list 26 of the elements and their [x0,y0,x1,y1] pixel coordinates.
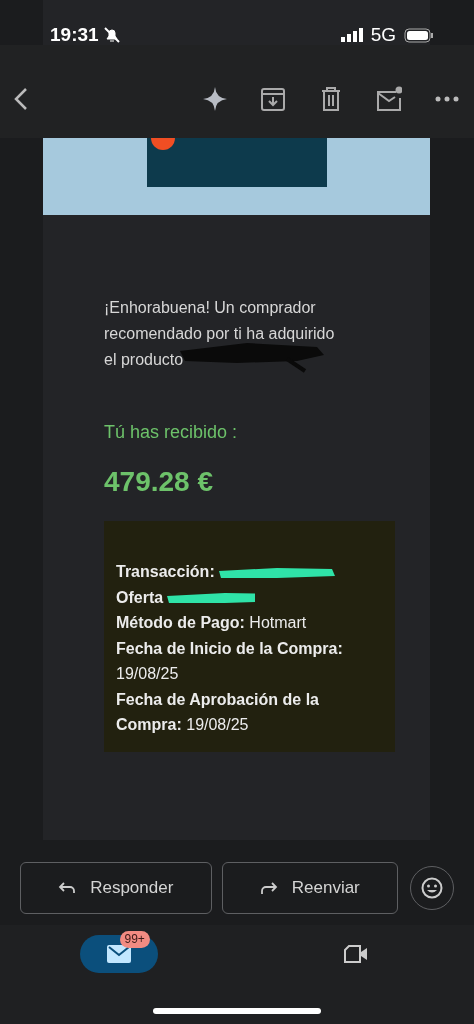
clock-text: 19:31 [50,22,99,47]
amount-text: 479.28 € [104,469,214,495]
forward-button[interactable]: Reenviar [221,862,398,914]
network-text: 5G [370,22,396,47]
received-label: Tú has recibido : [104,421,239,444]
detail-text: Método de Pago: Hotmart [116,614,307,631]
sparkle-icon[interactable] [202,86,228,112]
reply-button[interactable]: Responder [20,862,212,914]
forward-icon [259,880,278,896]
video-camera-icon [342,945,369,963]
signal-icon [340,28,363,42]
count-badge: 99+ [119,931,150,948]
envelope-dot-icon[interactable] [376,86,402,112]
archive-icon[interactable] [260,86,286,112]
back-button[interactable] [14,86,28,112]
detail-text: Transacción: [116,563,215,580]
detail-text: Fecha de Inicio de la Compra: 19/08/25 [116,639,343,682]
logo-icon [150,138,175,152]
intro-text: ¡Enhorabuena! Un comprador recomendado por ti ha adquirido el producto [104,295,340,373]
battery-icon [404,27,434,43]
reply-icon [58,880,77,896]
detail-text: Oferta [116,588,164,606]
mail-icon [106,945,131,963]
smiley-icon [421,877,443,899]
bell-muted-icon [102,26,121,44]
detail-text: Fecha de Aprobación de la Compra: 19/08/25 [116,690,319,733]
